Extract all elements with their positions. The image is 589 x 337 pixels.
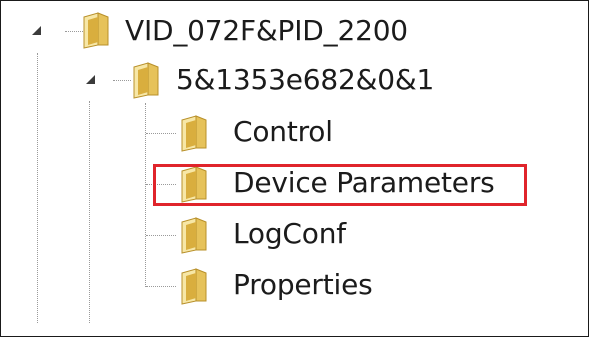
tree-node-label: VID_072F&PID_2200: [125, 14, 408, 47]
tree-guide-line: [89, 101, 90, 323]
tree-node-label: 5&1353e682&0&1: [176, 63, 435, 96]
folder-icon: [179, 267, 209, 309]
tree-guide-line: [146, 184, 176, 185]
tree-guide-line: [146, 133, 176, 134]
tree-guide-line: [113, 80, 131, 81]
tree-guide-line: [37, 53, 38, 323]
folder-icon: [179, 165, 209, 207]
folder-icon: [131, 61, 161, 103]
tree-node-label: LogConf: [233, 217, 346, 250]
folder-icon: [81, 11, 111, 53]
tree-node-label: Device Parameters: [233, 166, 495, 199]
tree-guide-line: [145, 103, 146, 287]
folder-icon: [179, 216, 209, 258]
tree-node-label: Control: [233, 115, 333, 148]
registry-tree-view: VID_072F&PID_2200 5&1353e682&0&1 Control: [0, 0, 589, 337]
folder-icon: [179, 114, 209, 156]
tree-node-label: Properties: [233, 268, 373, 301]
tree-guide-line: [146, 235, 176, 236]
tree-guide-line: [146, 286, 176, 287]
